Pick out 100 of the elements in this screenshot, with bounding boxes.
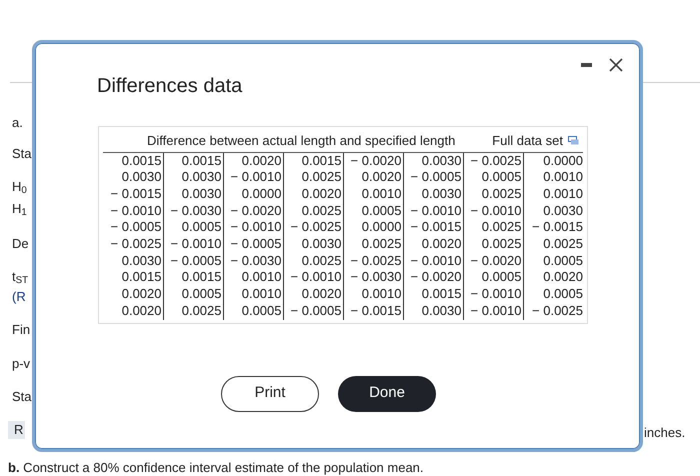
table-cell: 0.0010 [523, 186, 583, 203]
table-cell: − 0.0010 [103, 202, 163, 220]
table-cell: − 0.0025 [523, 302, 583, 320]
table-cell: 0.0015 [403, 286, 463, 303]
table-cell: − 0.0005 [163, 252, 223, 270]
table-cell: 0.0000 [523, 152, 583, 170]
table-cell: 0.0025 [523, 236, 583, 253]
question-text: b. Construct a 80% confidence interval estimate of the population mean. [8, 459, 424, 476]
table-cell: − 0.0025 [343, 252, 403, 270]
table-cell: 0.0005 [463, 269, 523, 286]
table-cell: − 0.0005 [223, 236, 283, 253]
table-cell: 0.0030 [403, 186, 463, 203]
table-cell: 0.0005 [463, 169, 523, 186]
table-cell: 0.0030 [523, 202, 583, 220]
table-cell: 0.0005 [163, 286, 223, 303]
table-cell: 0.0025 [283, 169, 343, 186]
table-cell: 0.0005 [223, 302, 283, 320]
table-cell: 0.0015 [103, 152, 163, 170]
page-label: De [12, 235, 29, 253]
table-cell: − 0.0015 [343, 302, 403, 320]
table-cell: 0.0010 [343, 286, 403, 303]
copy-icon [568, 136, 579, 146]
table-cell: 0.0010 [223, 269, 283, 286]
full-data-link[interactable]: Full data set [492, 131, 579, 150]
table-cell: − 0.0030 [343, 269, 403, 286]
table-cell: 0.0020 [103, 302, 163, 320]
table-cell: 0.0020 [403, 236, 463, 253]
table-cell: 0.0020 [523, 269, 583, 286]
page-label: H$_{1}$ [12, 200, 27, 218]
table-cell: − 0.0030 [223, 252, 283, 270]
table-cell: 0.0015 [163, 152, 223, 170]
close-button[interactable] [608, 57, 624, 73]
unit-label: inches. [644, 424, 686, 442]
table-cell: − 0.0015 [403, 219, 463, 236]
table-cell: − 0.0010 [223, 219, 283, 236]
page-label: R [8, 421, 26, 439]
table-cell: 0.0030 [283, 236, 343, 253]
table-cell: − 0.0025 [103, 236, 163, 253]
print-button[interactable]: Print [221, 376, 319, 412]
table-cell: 0.0030 [163, 169, 223, 186]
table-cell: 0.0025 [463, 186, 523, 203]
table-cell: 0.0025 [283, 252, 343, 270]
table-cell: − 0.0025 [463, 152, 523, 170]
table-cell: 0.0030 [103, 169, 163, 186]
dialog-title: Differences data [97, 74, 242, 99]
table-cell: 0.0025 [463, 236, 523, 253]
table-cell: − 0.0010 [403, 202, 463, 220]
close-icon [609, 58, 623, 72]
table-cell: 0.0005 [523, 286, 583, 303]
table-cell: 0.0015 [283, 152, 343, 170]
table-cell: 0.0000 [343, 219, 403, 236]
table-cell: 0.0025 [283, 202, 343, 220]
table-cell: 0.0010 [343, 186, 403, 203]
page-label: t$_{ST}$ [12, 268, 28, 286]
table-cell: 0.0025 [463, 219, 523, 236]
table-cell: 0.0000 [223, 186, 283, 203]
table-cell: − 0.0010 [223, 169, 283, 186]
table-cell: − 0.0020 [403, 269, 463, 286]
table-cell: − 0.0015 [103, 186, 163, 203]
table-cell: 0.0025 [343, 236, 403, 253]
table-cell: − 0.0005 [283, 302, 343, 320]
table-cell: 0.0010 [523, 169, 583, 186]
table-cell: − 0.0005 [403, 169, 463, 186]
table-cell: − 0.0010 [463, 286, 523, 303]
table-cell: 0.0005 [163, 219, 223, 236]
table-cell: 0.0020 [283, 186, 343, 203]
table-cell: 0.0015 [103, 269, 163, 286]
table-cell: − 0.0025 [283, 219, 343, 236]
page-label: Sta [12, 145, 32, 163]
table-cell: − 0.0020 [463, 252, 523, 270]
table-cell: 0.0020 [103, 286, 163, 303]
table-cell: 0.0020 [343, 169, 403, 186]
table-cell: 0.0005 [343, 202, 403, 220]
table-cell: 0.0010 [223, 286, 283, 303]
table-cell: − 0.0010 [283, 269, 343, 286]
table-cell: − 0.0010 [163, 236, 223, 253]
table-cell: − 0.0010 [403, 252, 463, 270]
table-cell: 0.0005 [523, 252, 583, 270]
table-cell: 0.0020 [283, 286, 343, 303]
table-cell: 0.0030 [403, 302, 463, 320]
table-cell: 0.0030 [163, 186, 223, 203]
table-cell: 0.0025 [163, 302, 223, 320]
table-cell: − 0.0010 [463, 302, 523, 320]
table-cell: − 0.0005 [103, 219, 163, 236]
page-label: Fin [12, 321, 30, 339]
table-cell: − 0.0030 [163, 202, 223, 220]
table-cell: 0.0020 [223, 152, 283, 170]
table-cell: − 0.0020 [223, 202, 283, 220]
page-label: p-v [12, 355, 30, 373]
page-label[interactable]: (R [12, 288, 26, 306]
page-label: a. [12, 114, 23, 132]
table-cell: − 0.0010 [463, 202, 523, 220]
table-cell: 0.0030 [403, 152, 463, 170]
table-caption: Difference between actual length and specified length [147, 132, 456, 150]
page-label: Sta [12, 388, 32, 406]
table-cell: − 0.0015 [523, 219, 583, 236]
table-cell: − 0.0020 [343, 152, 403, 170]
done-button[interactable]: Done [338, 376, 436, 412]
table-cell: 0.0015 [163, 269, 223, 286]
page-label: H$_{0}$ [12, 178, 27, 196]
